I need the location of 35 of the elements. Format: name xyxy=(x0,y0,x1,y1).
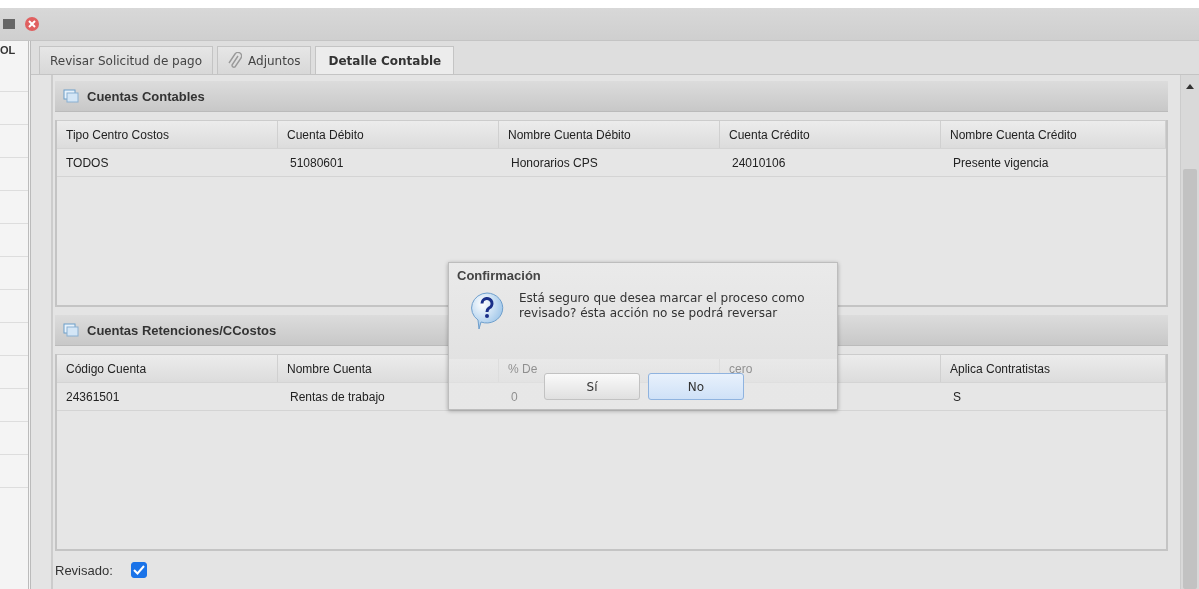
checkbox[interactable] xyxy=(130,562,147,578)
tab[interactable]: Detalle Contable xyxy=(315,46,455,74)
dialog-title: Confirmación xyxy=(456,267,542,283)
section-title: Cuentas Contables xyxy=(87,88,205,104)
dialog-button[interactable]: Sí xyxy=(544,373,640,400)
table-cell: 24010106 xyxy=(732,155,786,170)
close-icon[interactable] xyxy=(24,16,40,32)
window-icon xyxy=(63,323,79,337)
column-header[interactable]: Cuenta Débito xyxy=(278,121,499,148)
tab[interactable]: Revisar Solicitud de pago xyxy=(39,46,213,74)
column-header[interactable]: Aplica Contratistas xyxy=(941,355,1166,382)
toolbar-icon[interactable] xyxy=(2,18,16,30)
scroll-up-icon[interactable] xyxy=(1186,83,1194,89)
table-cell: Honorarios CPS xyxy=(511,155,598,170)
column-header[interactable]: Cuenta Crédito xyxy=(720,121,941,148)
table-cell: TODOS xyxy=(66,155,109,170)
column-header[interactable]: Tipo Centro Costos xyxy=(57,121,278,148)
tab[interactable]: Adjuntos xyxy=(217,46,312,74)
window-icon xyxy=(63,89,79,103)
column-header[interactable]: Código Cuenta xyxy=(57,355,278,382)
panel-label: OL xyxy=(0,43,17,58)
checkbox-label: Revisado: xyxy=(55,562,113,578)
table-cell: 24361501 xyxy=(66,389,120,404)
check-icon xyxy=(132,565,145,575)
table-cell: Rentas de trabajo xyxy=(290,389,385,404)
column-header[interactable]: Nombre Cuenta Débito xyxy=(499,121,720,148)
table-cell: 0 xyxy=(511,389,518,404)
dialog-message: Está seguro que desea marcar el proceso como revisado? ésta acción no se podrá reversar xyxy=(519,291,806,322)
question-icon xyxy=(469,291,505,331)
table-cell: 51080601 xyxy=(290,155,344,170)
section-title: Cuentas Retenciones/CCostos xyxy=(87,322,277,338)
table-cell: Presente vigencia xyxy=(953,155,1049,170)
column-header[interactable]: Nombre Cuenta Crédito xyxy=(941,121,1166,148)
table-cell: S xyxy=(953,389,961,404)
dialog-button[interactable]: No xyxy=(648,373,744,400)
